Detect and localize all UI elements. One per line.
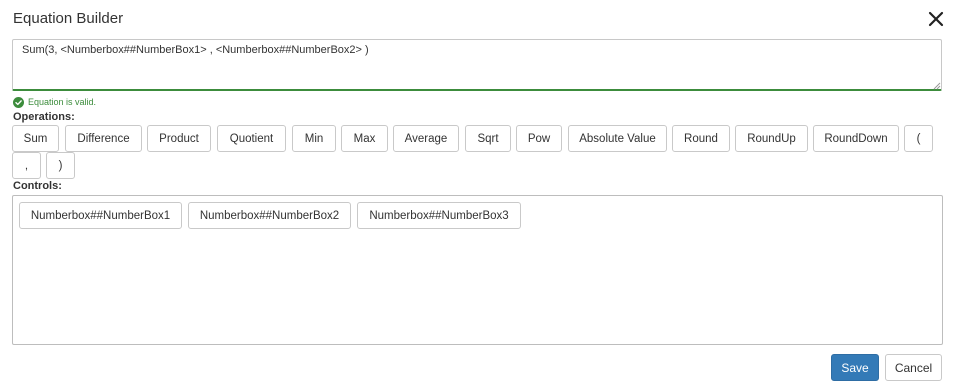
- op-quotient-button[interactable]: Quotient: [217, 125, 286, 152]
- operations-label: Operations:: [13, 111, 75, 123]
- op-round-button[interactable]: Round: [672, 125, 730, 152]
- op-close-paren-button[interactable]: ): [46, 152, 75, 179]
- equation-builder-dialog: Equation Builder Sum(3, <Numberbox##Numb…: [0, 0, 954, 390]
- op-sqrt-button[interactable]: Sqrt: [465, 125, 511, 152]
- validation-message: Equation is valid.: [28, 97, 97, 107]
- op-comma-button[interactable]: ,: [12, 152, 41, 179]
- close-icon[interactable]: [926, 9, 946, 29]
- resize-grip-icon[interactable]: [933, 82, 941, 90]
- op-absolute-value-button[interactable]: Absolute Value: [568, 125, 667, 152]
- validation-status: Equation is valid.: [13, 96, 96, 108]
- op-pow-button[interactable]: Pow: [516, 125, 562, 152]
- equation-input[interactable]: Sum(3, <Numberbox##NumberBox1> , <Number…: [12, 39, 942, 91]
- control-numberbox3-button[interactable]: Numberbox##NumberBox3: [357, 202, 521, 229]
- op-roundup-button[interactable]: RoundUp: [735, 125, 808, 152]
- op-min-button[interactable]: Min: [292, 125, 336, 152]
- check-circle-icon: [13, 96, 24, 108]
- op-average-button[interactable]: Average: [393, 125, 459, 152]
- op-open-paren-button[interactable]: (: [904, 125, 933, 152]
- save-button[interactable]: Save: [831, 354, 879, 381]
- op-difference-button[interactable]: Difference: [65, 125, 142, 152]
- cancel-button[interactable]: Cancel: [885, 354, 942, 381]
- control-numberbox2-button[interactable]: Numberbox##NumberBox2: [188, 202, 351, 229]
- controls-label: Controls:: [13, 180, 62, 192]
- control-numberbox1-button[interactable]: Numberbox##NumberBox1: [19, 202, 182, 229]
- op-max-button[interactable]: Max: [341, 125, 388, 152]
- op-sum-button[interactable]: Sum: [12, 125, 59, 152]
- op-product-button[interactable]: Product: [147, 125, 211, 152]
- op-rounddown-button[interactable]: RoundDown: [813, 125, 899, 152]
- dialog-title: Equation Builder: [13, 10, 124, 27]
